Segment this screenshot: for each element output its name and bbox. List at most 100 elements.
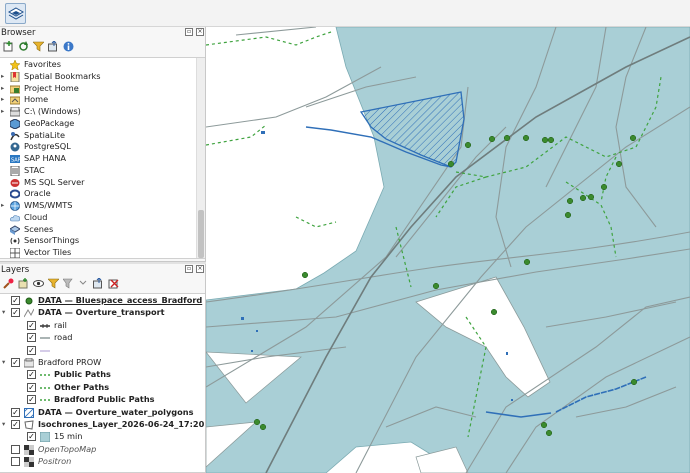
browser-item-oracle[interactable]: Oracle: [0, 188, 200, 200]
rail-symbol-icon: [40, 321, 50, 331]
expand-arrow-icon[interactable]: ▸: [1, 72, 4, 80]
layers-toolbar: [0, 276, 205, 292]
collapse-arrow-icon[interactable]: ▾: [2, 358, 5, 366]
map-canvas[interactable]: [206, 27, 690, 473]
browser-item-spatialite[interactable]: SpatiaLite: [0, 130, 200, 142]
float-panel-button[interactable]: ▫: [185, 28, 193, 36]
layer-visibility-checkbox[interactable]: ✓: [11, 420, 20, 429]
expand-all-icon[interactable]: [78, 278, 89, 289]
layer-style-button[interactable]: [5, 3, 26, 24]
group-layer-icon: [23, 357, 35, 368]
layer-visibility-checkbox[interactable]: ✓: [27, 432, 36, 442]
geopackage-icon: [9, 118, 21, 130]
hatched-polygon-icon: [20, 404, 38, 421]
filter-expression-icon[interactable]: [63, 278, 74, 289]
other-symbol-icon: [40, 346, 50, 356]
layer-row[interactable]: ✓ DATA — Bluespace_access_Bradford: [0, 295, 202, 307]
visibility-eye-icon[interactable]: [33, 278, 44, 289]
stac-icon: [10, 165, 20, 177]
map-svg[interactable]: [206, 27, 690, 473]
layer-row[interactable]: Positron: [0, 456, 200, 468]
browser-item-stac[interactable]: STAC: [0, 165, 200, 177]
collapse-arrow-icon[interactable]: ▾: [2, 308, 5, 316]
layer-label: Bradford PROW: [38, 357, 102, 367]
expand-arrow-icon[interactable]: ▸: [1, 201, 4, 209]
layer-row[interactable]: ✓ Other Paths: [0, 382, 200, 394]
browser-item-label: Oracle: [24, 188, 51, 199]
browser-item-home[interactable]: ▸ Home: [0, 94, 200, 106]
browser-panel-title: Browser: [1, 28, 36, 38]
filter-legend-icon[interactable]: [48, 278, 59, 289]
layer-visibility-checkbox[interactable]: [11, 444, 20, 454]
float-layers-panel-button[interactable]: ▫: [185, 265, 193, 273]
browser-item-label: C:\ (Windows): [24, 106, 81, 116]
layer-visibility-checkbox[interactable]: ✓: [11, 308, 20, 318]
layer-row[interactable]: ✓: [0, 345, 200, 357]
layer-row[interactable]: ✓ Bradford Public Paths: [0, 394, 200, 406]
layer-label: Other Paths: [54, 381, 110, 392]
layer-row[interactable]: ✓ DATA — Overture_water_polygons: [0, 404, 200, 421]
browser-item-postgresql[interactable]: PostgreSQL: [0, 141, 200, 153]
layer-visibility-checkbox[interactable]: ✓: [11, 296, 20, 305]
style-brush-icon[interactable]: [3, 278, 14, 289]
browser-item-label: Spatial Bookmarks: [24, 70, 101, 81]
layer-visibility-checkbox[interactable]: ✓: [11, 407, 20, 417]
add-layer-icon[interactable]: [3, 41, 14, 52]
collapse-all-icon[interactable]: [48, 41, 59, 52]
layer-row[interactable]: ✓ 15 min: [0, 431, 200, 443]
browser-item-label: Cloud: [24, 211, 48, 222]
filter-icon[interactable]: [33, 41, 44, 52]
layer-label: rail: [54, 319, 67, 330]
close-layers-panel-button[interactable]: ×: [196, 265, 204, 273]
browser-item-label: Project Home: [24, 82, 79, 93]
xyz-tile-icon: [24, 444, 34, 455]
browser-item-scenes[interactable]: Scenes: [0, 224, 200, 236]
layer-row[interactable]: OpenTopoMap: [0, 444, 200, 456]
layer-row[interactable]: ▾ ✓ Bradford PROW: [0, 357, 200, 369]
mssql-icon: [10, 178, 20, 188]
browser-item-sap-hana[interactable]: SAP SAP HANA: [0, 153, 200, 165]
browser-item-cloud[interactable]: Cloud: [0, 212, 200, 224]
info-icon[interactable]: [63, 41, 74, 52]
layer-row[interactable]: ✓ road: [0, 332, 200, 344]
browser-item-c-windows[interactable]: ▸ C:\ (Windows): [0, 106, 200, 118]
expand-arrow-icon[interactable]: ▸: [1, 84, 4, 92]
layer-label: Bradford Public Paths: [54, 394, 155, 405]
add-group-icon[interactable]: [18, 278, 29, 289]
layer-visibility-checkbox[interactable]: ✓: [27, 395, 36, 405]
browser-item-vector-tiles[interactable]: Vector Tiles: [0, 247, 200, 258]
collapse-layers-icon[interactable]: [93, 278, 104, 289]
remove-layer-icon[interactable]: [108, 278, 119, 289]
layer-row[interactable]: ▾ ✓ DATA — Overture_transport: [0, 307, 200, 319]
layer-visibility-checkbox[interactable]: [11, 457, 20, 467]
layer-row[interactable]: ▾ ✓ Isochrones_Layer_2026-06-24_17:20:07: [0, 419, 205, 431]
refresh-icon[interactable]: [18, 41, 29, 52]
layer-row[interactable]: ✓ Public Paths: [0, 369, 200, 381]
browser-item-ms-sql-server[interactable]: MS SQL Server: [0, 177, 200, 189]
oracle-icon: [9, 189, 21, 199]
layer-row[interactable]: ✓ rail: [0, 320, 200, 332]
layer-label: road: [54, 332, 73, 343]
browser-item-wms-wmts[interactable]: ▸ WMS/WMTS: [0, 200, 200, 212]
sap-hana-icon: SAP: [10, 154, 21, 164]
layer-label: DATA — Overture_water_polygons: [38, 406, 194, 417]
close-panel-button[interactable]: ×: [196, 28, 204, 36]
browser-item-label: WMS/WMTS: [24, 200, 73, 210]
browser-item-project-home[interactable]: ▸ Project Home: [0, 83, 200, 95]
browser-item-favorites[interactable]: Favorites: [0, 59, 200, 71]
layer-visibility-checkbox[interactable]: ✓: [27, 382, 36, 392]
expand-arrow-icon[interactable]: ▸: [1, 107, 4, 115]
browser-item-sensorthings[interactable]: SensorThings: [0, 235, 200, 247]
browser-item-spatial-bookmarks[interactable]: ▸ Spatial Bookmarks: [0, 71, 200, 83]
layer-visibility-checkbox[interactable]: ✓: [27, 320, 36, 330]
layer-label: OpenTopoMap: [38, 443, 97, 454]
collapse-arrow-icon[interactable]: ▾: [2, 420, 5, 428]
layer-visibility-checkbox[interactable]: ✓: [27, 370, 36, 380]
layer-visibility-checkbox[interactable]: ✓: [27, 345, 36, 355]
layer-visibility-checkbox[interactable]: ✓: [27, 333, 36, 343]
layer-label: 15 min: [54, 431, 83, 442]
browser-item-geopackage[interactable]: GeoPackage: [0, 118, 200, 130]
expand-arrow-icon[interactable]: ▸: [1, 95, 4, 103]
browser-toolbar: [0, 39, 205, 55]
layer-visibility-checkbox[interactable]: ✓: [11, 358, 20, 367]
